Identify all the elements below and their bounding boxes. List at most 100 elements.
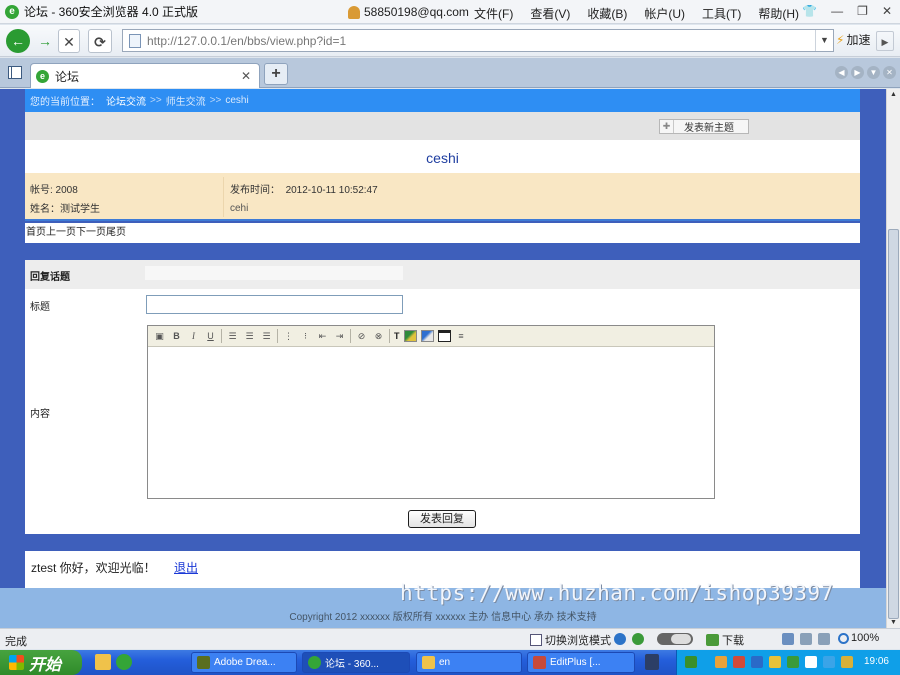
zoom-control[interactable]: 100% bbox=[838, 632, 879, 644]
more-arrow-icon[interactable]: ▶ bbox=[876, 31, 894, 51]
post-info: 帐号: 2008 姓名：测试学生 发布时间： 2012-10-11 10:52:… bbox=[25, 173, 860, 221]
account-email[interactable]: 58850198@qq.com bbox=[364, 5, 469, 19]
submit-reply-button[interactable]: 发表回复 bbox=[408, 510, 476, 528]
align-center-icon[interactable]: ☰ bbox=[241, 328, 258, 344]
minimize-button[interactable]: — bbox=[831, 4, 843, 18]
image-icon[interactable] bbox=[403, 330, 417, 342]
monitor-icon[interactable] bbox=[800, 633, 812, 645]
menu-account[interactable]: 帐户(U) bbox=[644, 5, 685, 22]
tab-right-icon[interactable]: ▶ bbox=[851, 66, 864, 79]
tray-shield-icon[interactable] bbox=[841, 656, 853, 668]
link-icon[interactable]: ⊘ bbox=[353, 328, 370, 344]
screenshot-icon[interactable] bbox=[782, 633, 794, 645]
menu-help[interactable]: 帮助(H) bbox=[758, 5, 799, 22]
pager-prev[interactable]: 上一页 bbox=[46, 227, 76, 238]
account-area[interactable]: 58850198@qq.com bbox=[348, 5, 469, 19]
unlink-icon[interactable]: ⊗ bbox=[370, 328, 387, 344]
tab-bar: e 论坛 ✕ + ◀ ▶ ▼ ✕ bbox=[0, 58, 900, 88]
browser-quicklaunch-icon[interactable] bbox=[116, 654, 132, 670]
breadcrumb-link-section[interactable]: 师生交流 bbox=[166, 93, 206, 108]
source-icon[interactable]: ▣ bbox=[151, 328, 168, 344]
task-dreamweaver[interactable]: Adobe Drea... bbox=[191, 652, 297, 673]
browse-mode-switch[interactable]: 切换浏览模式 bbox=[530, 632, 611, 648]
tray-app-icon[interactable] bbox=[751, 656, 763, 668]
tab-left-icon[interactable]: ◀ bbox=[835, 66, 848, 79]
vertical-scrollbar[interactable]: ▲ ▼ bbox=[886, 89, 900, 628]
url-text[interactable]: http://127.0.0.1/en/bbs/view.php?id=1 bbox=[147, 34, 346, 48]
sidebar-toggle-icon[interactable] bbox=[8, 66, 22, 79]
scroll-down-icon[interactable]: ▼ bbox=[890, 619, 897, 626]
menu-view[interactable]: 查看(V) bbox=[530, 5, 570, 22]
post-title: ceshi bbox=[426, 150, 459, 166]
browser-logo-icon: e bbox=[5, 4, 19, 19]
tray-app-icon[interactable] bbox=[823, 656, 835, 668]
post-author-name: 姓名：测试学生 bbox=[30, 204, 100, 215]
tray-app-icon[interactable] bbox=[787, 656, 799, 668]
volume-icon[interactable] bbox=[818, 633, 830, 645]
horizontal-rule-icon[interactable]: ≡ bbox=[453, 328, 470, 344]
close-window-button[interactable]: ✕ bbox=[882, 4, 892, 18]
tab-close-all-icon[interactable]: ✕ bbox=[883, 66, 896, 79]
tray-app-icon[interactable] bbox=[769, 656, 781, 668]
start-button[interactable]: 开始 bbox=[0, 650, 82, 675]
new-tab-button[interactable]: + bbox=[264, 63, 288, 85]
editor-toolbar: ▣ B I U ☰ ☰ ☰ ⋮ ⁝ ⇤ ⇥ ⊘ ⊗ T ≡ bbox=[148, 326, 714, 347]
task-folder[interactable]: en bbox=[416, 652, 522, 673]
align-left-icon[interactable]: ☰ bbox=[224, 328, 241, 344]
underline-icon[interactable]: U bbox=[202, 328, 219, 344]
align-right-icon[interactable]: ☰ bbox=[258, 328, 275, 344]
stop-button[interactable]: ✕ bbox=[58, 29, 80, 53]
italic-icon[interactable]: I bbox=[185, 328, 202, 344]
menu-favorites[interactable]: 收藏(B) bbox=[587, 5, 627, 22]
tray-qq-icon[interactable] bbox=[733, 656, 745, 668]
keyboard-icon[interactable] bbox=[645, 654, 659, 670]
task-editplus[interactable]: EditPlus [... bbox=[527, 652, 635, 673]
rich-text-editor[interactable]: ▣ B I U ☰ ☰ ☰ ⋮ ⁝ ⇤ ⇥ ⊘ ⊗ T ≡ bbox=[147, 325, 715, 499]
back-button[interactable]: ← bbox=[6, 29, 30, 53]
chevron-down-icon[interactable]: ▼ bbox=[815, 30, 833, 51]
reload-button[interactable]: ⟳ bbox=[88, 29, 112, 53]
ie-mode-icon[interactable] bbox=[614, 633, 626, 645]
ordered-list-icon[interactable]: ⋮ bbox=[280, 328, 297, 344]
task-label: en bbox=[439, 657, 451, 668]
restore-button[interactable]: ❐ bbox=[857, 4, 868, 18]
tray-security-icon[interactable] bbox=[685, 656, 697, 668]
pager-first[interactable]: 首页 bbox=[26, 227, 46, 238]
speedup-button[interactable]: ⚡ 加速 bbox=[836, 31, 870, 48]
text-color-icon[interactable]: T bbox=[394, 331, 400, 341]
task-label: EditPlus [... bbox=[550, 657, 601, 668]
folder-icon[interactable] bbox=[95, 654, 111, 670]
download-button[interactable]: 下载 bbox=[706, 632, 744, 648]
task-browser[interactable]: 论坛 - 360... bbox=[302, 652, 410, 673]
close-tab-icon[interactable]: ✕ bbox=[241, 69, 251, 83]
menu-tools[interactable]: 工具(T) bbox=[702, 5, 741, 22]
reply-title-input[interactable] bbox=[146, 295, 403, 314]
status-text: 完成 bbox=[5, 636, 27, 648]
tab-scroll-controls: ◀ ▶ ▼ ✕ bbox=[835, 66, 896, 79]
chrome-mode-icon[interactable] bbox=[632, 633, 644, 645]
bold-icon[interactable]: B bbox=[168, 328, 185, 344]
emoticon-icon[interactable] bbox=[420, 330, 434, 342]
pager-last[interactable]: 尾页 bbox=[106, 227, 126, 238]
tab-forum[interactable]: e 论坛 ✕ bbox=[30, 63, 260, 88]
tray-network-icon[interactable] bbox=[805, 656, 817, 668]
new-topic-icon: ✚ bbox=[660, 120, 674, 133]
mode-toggle[interactable] bbox=[657, 633, 693, 645]
unordered-list-icon[interactable]: ⁝ bbox=[297, 328, 314, 344]
outdent-icon[interactable]: ⇤ bbox=[314, 328, 331, 344]
address-bar[interactable]: http://127.0.0.1/en/bbs/view.php?id=1 ▼ bbox=[122, 29, 834, 52]
logout-link[interactable]: 退出 bbox=[174, 559, 198, 576]
forward-button[interactable]: → bbox=[33, 29, 57, 53]
pager-next[interactable]: 下一页 bbox=[76, 227, 106, 238]
new-topic-button[interactable]: ✚ 发表新主题 bbox=[659, 119, 749, 134]
table-icon[interactable] bbox=[437, 330, 451, 342]
scroll-thumb[interactable] bbox=[888, 229, 899, 619]
window-title: 论坛 - 360安全浏览器 4.0 正式版 bbox=[24, 5, 199, 19]
breadcrumb-link-forum[interactable]: 论坛交流 bbox=[106, 93, 146, 108]
indent-icon[interactable]: ⇥ bbox=[331, 328, 348, 344]
skin-icon[interactable]: 👕 bbox=[802, 4, 817, 18]
tab-list-icon[interactable]: ▼ bbox=[867, 66, 880, 79]
tray-app-icon[interactable] bbox=[715, 656, 727, 668]
menu-file[interactable]: 文件(F) bbox=[474, 5, 513, 22]
scroll-up-icon[interactable]: ▲ bbox=[890, 91, 897, 98]
